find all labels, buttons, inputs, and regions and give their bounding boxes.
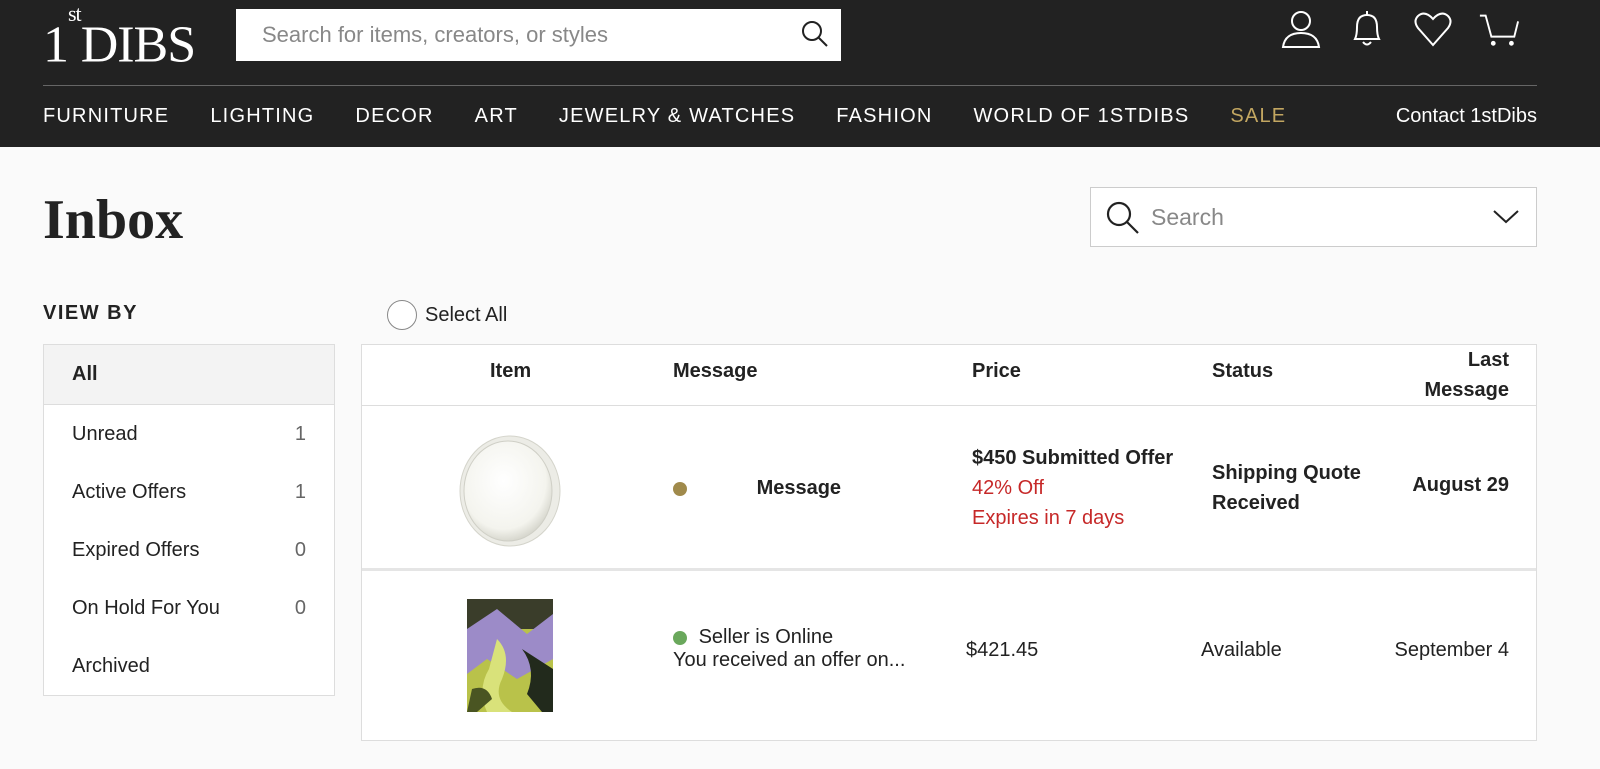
chevron-down-icon[interactable] bbox=[1492, 206, 1520, 231]
message-cell: Seller is Online You received an offer o… bbox=[673, 626, 905, 672]
select-all-label: Select All bbox=[425, 303, 508, 326]
message-text: Message bbox=[756, 477, 842, 499]
nav-item-sale[interactable]: SALE bbox=[1230, 100, 1286, 132]
discount-text: 42% Off bbox=[972, 477, 1044, 499]
nav-item-jewelry-watches[interactable]: JEWELRY & WATCHES bbox=[559, 100, 795, 132]
nav-item-decor[interactable]: DECOR bbox=[355, 100, 433, 132]
filter-label: On Hold For You bbox=[72, 596, 220, 619]
col-header-price: Price bbox=[972, 360, 1021, 382]
logo[interactable]: 1stDIBS bbox=[43, 1, 196, 73]
site-header: 1stDIBS FURNITURE LIGHTING DECOR ART JEW… bbox=[0, 0, 1600, 147]
filter-count: 1 bbox=[294, 422, 306, 445]
main-nav: FURNITURE LIGHTING DECOR ART JEWELRY & W… bbox=[43, 100, 1327, 132]
filter-all[interactable]: All bbox=[44, 345, 334, 405]
inbox-search bbox=[1090, 187, 1537, 247]
global-search-bar bbox=[236, 9, 841, 61]
view-by-filters: All Unread 1 Active Offers 1 Expired Off… bbox=[43, 344, 335, 696]
inbox-search-input[interactable] bbox=[1151, 188, 1481, 246]
col-header-message: Message bbox=[673, 360, 758, 382]
nav-item-lighting[interactable]: LIGHTING bbox=[210, 100, 314, 132]
search-icon bbox=[1105, 200, 1141, 241]
online-dot bbox=[673, 630, 687, 645]
filter-archived[interactable]: Archived bbox=[44, 637, 334, 695]
filter-active-offers[interactable]: Active Offers 1 bbox=[44, 463, 334, 521]
filter-label: Unread bbox=[72, 422, 138, 445]
filter-unread[interactable]: Unread 1 bbox=[44, 405, 334, 463]
status-line1: Shipping Quote bbox=[1212, 462, 1361, 484]
unread-dot bbox=[673, 481, 687, 496]
status-cell: Available bbox=[1201, 639, 1282, 661]
filter-label: Archived bbox=[72, 654, 150, 677]
filter-count: 0 bbox=[294, 538, 306, 561]
filter-label: Expired Offers bbox=[72, 538, 200, 561]
expiry-text: Expires in 7 days bbox=[972, 507, 1125, 529]
col-header-last-message: Last Message bbox=[1425, 345, 1510, 405]
last-message-date: August 29 bbox=[1412, 474, 1509, 496]
select-all[interactable]: Select All bbox=[387, 300, 507, 330]
status-cell: Shipping Quote Received bbox=[1212, 458, 1361, 518]
nav-item-world-of-1stdibs[interactable]: WORLD OF 1STDIBS bbox=[973, 100, 1189, 132]
status-line2: Received bbox=[1212, 492, 1300, 514]
cart-icon[interactable] bbox=[1478, 8, 1520, 50]
last-message-date: September 4 bbox=[1394, 639, 1509, 661]
global-search-input[interactable] bbox=[262, 9, 782, 61]
price-cell: $421.45 bbox=[966, 639, 1039, 661]
header-icons bbox=[1280, 8, 1520, 50]
message-cell: Message bbox=[673, 477, 841, 500]
message-preview: You received an offer on... bbox=[673, 649, 906, 671]
page-title: Inbox bbox=[43, 189, 184, 251]
offer-price: $450 Submitted Offer bbox=[972, 447, 1174, 469]
filter-on-hold[interactable]: On Hold For You 0 bbox=[44, 579, 334, 637]
col-header-item: Item bbox=[490, 360, 532, 382]
view-by-heading: VIEW BY bbox=[43, 302, 138, 324]
item-thumbnail-painting[interactable] bbox=[467, 599, 553, 718]
bell-icon[interactable] bbox=[1346, 8, 1388, 50]
table-row[interactable]: Seller is Online You received an offer o… bbox=[362, 574, 1536, 740]
heart-icon[interactable] bbox=[1412, 8, 1454, 50]
item-thumbnail-mirror[interactable] bbox=[458, 435, 562, 553]
user-icon[interactable] bbox=[1280, 8, 1322, 50]
seller-online-text: Seller is Online bbox=[698, 626, 834, 648]
search-icon[interactable] bbox=[801, 20, 829, 53]
price-cell: $450 Submitted Offer 42% Off Expires in … bbox=[972, 443, 1173, 533]
header-divider bbox=[43, 85, 1537, 86]
filter-count: 1 bbox=[294, 480, 306, 503]
nav-item-art[interactable]: ART bbox=[475, 100, 518, 132]
messages-table: Item Message Price Status Last Message M… bbox=[361, 344, 1537, 741]
contact-link[interactable]: Contact 1stDibs bbox=[1396, 100, 1537, 132]
col-header-status: Status bbox=[1212, 360, 1274, 382]
col-header-last-line2: Message bbox=[1424, 379, 1510, 401]
filter-label: Active Offers bbox=[72, 480, 187, 503]
filter-count: 0 bbox=[294, 596, 306, 619]
filter-label: All bbox=[72, 363, 98, 385]
nav-item-furniture[interactable]: FURNITURE bbox=[43, 100, 169, 132]
nav-item-fashion[interactable]: FASHION bbox=[836, 100, 932, 132]
select-all-radio[interactable] bbox=[387, 300, 417, 330]
table-row[interactable]: Message $450 Submitted Offer 42% Off Exp… bbox=[362, 407, 1536, 571]
filter-expired-offers[interactable]: Expired Offers 0 bbox=[44, 521, 334, 579]
table-header: Item Message Price Status Last Message bbox=[362, 345, 1536, 406]
col-header-last-line1: Last bbox=[1467, 349, 1509, 371]
